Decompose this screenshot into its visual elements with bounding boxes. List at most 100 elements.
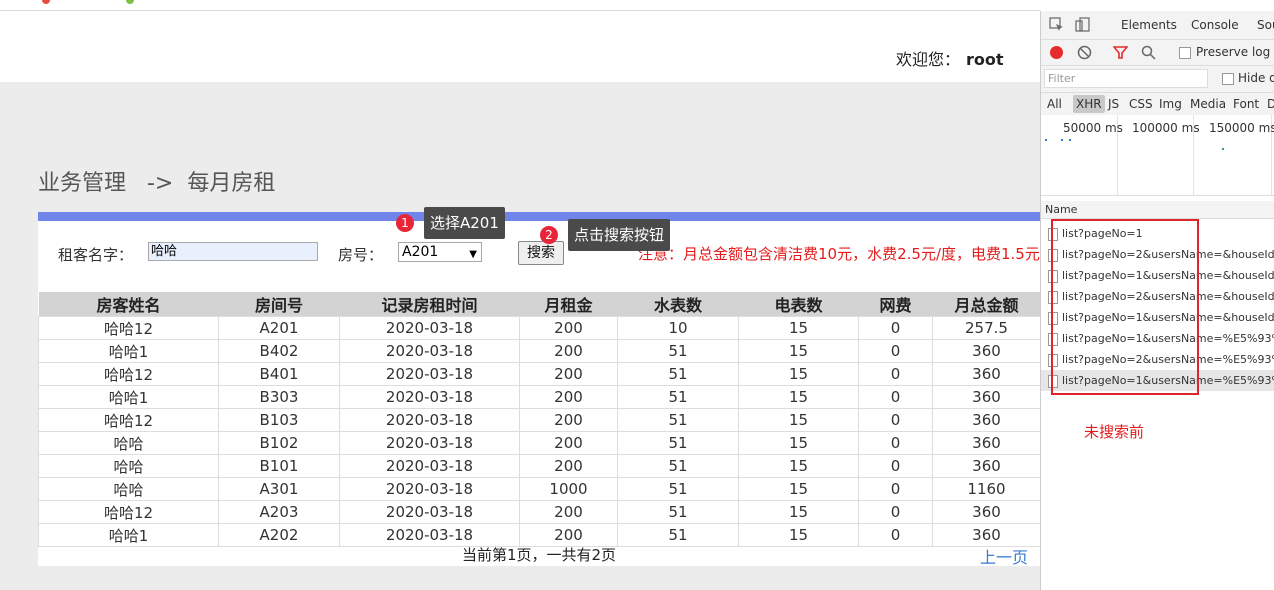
- column-header: 网费: [858, 292, 933, 317]
- table-cell: 360: [932, 339, 1040, 363]
- table-cell: 360: [932, 431, 1040, 455]
- devtools-tab-bar: Elements Console Sou: [1041, 11, 1274, 40]
- tab-elements[interactable]: Elements: [1121, 18, 1177, 32]
- table-cell: A201: [218, 316, 340, 340]
- table-cell: 51: [617, 362, 739, 386]
- room-label: 房号：: [338, 246, 384, 264]
- column-header: 水表数: [617, 292, 739, 317]
- tenant-name-label: 租客名字：: [58, 246, 134, 264]
- table-cell: 15: [738, 408, 859, 432]
- table-cell: 2020-03-18: [339, 431, 520, 455]
- table-cell: 51: [617, 431, 739, 455]
- table-row: 哈哈 B102 2020-03-18 200 51 15 0 360: [38, 431, 1040, 455]
- prev-page-link[interactable]: 上一页: [980, 544, 1028, 568]
- table-cell: 200: [519, 500, 618, 524]
- column-header: 记录房租时间: [339, 292, 520, 317]
- table-cell: 200: [519, 431, 618, 455]
- table-cell: 200: [519, 316, 618, 340]
- inspect-cursor-icon[interactable]: [1049, 17, 1065, 33]
- table-cell: 2020-03-18: [339, 385, 520, 409]
- column-header: 房间号: [218, 292, 340, 317]
- web-app: 欢迎您： root 业务管理 -> 每月房租 租客名字： 哈哈 房号： A201 …: [0, 0, 1040, 590]
- type-doc[interactable]: D: [1267, 97, 1274, 111]
- timeline-tick: 150000 ms: [1209, 121, 1274, 135]
- table-row: 哈哈12 B103 2020-03-18 200 51 15 0 360: [38, 408, 1040, 432]
- table-cell: 51: [617, 500, 739, 524]
- table-cell: 0: [858, 316, 933, 340]
- table-cell: 15: [738, 454, 859, 478]
- table-cell: 哈哈: [38, 454, 219, 478]
- step-2-badge: 2: [540, 226, 558, 244]
- table-cell: 360: [932, 362, 1040, 386]
- rent-table: 房客姓名 房间号 记录房租时间 月租金 水表数 电表数 网费 月总金额 哈哈12…: [38, 292, 1040, 547]
- step-1-tooltip: 选择A201: [424, 207, 505, 239]
- browser-top-strip: [0, 0, 1040, 11]
- clear-icon[interactable]: [1077, 45, 1092, 60]
- room-select-value: A201: [402, 244, 439, 260]
- table-cell: 51: [617, 477, 739, 501]
- column-header: 月总金额: [932, 292, 1040, 317]
- table-cell: 哈哈1: [38, 339, 219, 363]
- device-toggle-icon[interactable]: [1075, 17, 1091, 33]
- table-body: 哈哈12 A201 2020-03-18 200 10 15 0 257.5 哈哈1 B402 20…: [38, 316, 1040, 547]
- table-cell: 哈哈: [38, 431, 219, 455]
- search-button[interactable]: 搜索: [518, 241, 564, 265]
- filter-icon[interactable]: [1113, 45, 1128, 60]
- table-row: 哈哈12 A203 2020-03-18 200 51 15 0 360: [38, 500, 1040, 524]
- timeline-mark: [1045, 139, 1047, 141]
- table-cell: 哈哈12: [38, 316, 219, 340]
- table-cell: 哈哈: [38, 477, 219, 501]
- table-cell: B101: [218, 454, 340, 478]
- table-cell: 2020-03-18: [339, 408, 520, 432]
- fee-note: 注意：月总金额包含清洁费10元，水费2.5元/度，电费1.5元/度: [638, 245, 1040, 263]
- table-cell: 15: [738, 339, 859, 363]
- tenant-name-input[interactable]: 哈哈: [148, 242, 318, 261]
- type-media[interactable]: Media: [1190, 97, 1226, 111]
- tab-sources[interactable]: Sou: [1257, 18, 1274, 32]
- timeline-mark: [1061, 139, 1063, 141]
- tab-favicon-icon: [126, 0, 134, 4]
- timeline-tick: 50000 ms: [1063, 121, 1123, 135]
- table-cell: B103: [218, 408, 340, 432]
- table-cell: 51: [617, 385, 739, 409]
- type-css[interactable]: CSS: [1129, 97, 1153, 111]
- table-cell: 15: [738, 385, 859, 409]
- table-cell: 2020-03-18: [339, 362, 520, 386]
- table-cell: 360: [932, 385, 1040, 409]
- search-icon[interactable]: [1141, 45, 1156, 60]
- hide-data-checkbox[interactable]: [1222, 73, 1234, 85]
- table-cell: 15: [738, 500, 859, 524]
- table-cell: 哈哈12: [38, 408, 219, 432]
- type-img[interactable]: Img: [1159, 97, 1182, 111]
- table-header-row: 房客姓名 房间号 记录房租时间 月租金 水表数 电表数 网费 月总金额: [38, 292, 1040, 317]
- table-cell: 10: [617, 316, 739, 340]
- type-js[interactable]: JS: [1108, 97, 1119, 111]
- table-cell: B102: [218, 431, 340, 455]
- table-cell: A203: [218, 500, 340, 524]
- table-cell: 0: [858, 500, 933, 524]
- record-icon[interactable]: [1050, 46, 1063, 59]
- table-cell: A301: [218, 477, 340, 501]
- type-font[interactable]: Font: [1233, 97, 1259, 111]
- room-select[interactable]: A201 ▼: [398, 242, 482, 262]
- welcome-label: 欢迎您：: [896, 50, 961, 69]
- table-row: 哈哈 A301 2020-03-18 1000 51 15 0 1160: [38, 477, 1040, 501]
- type-all[interactable]: All: [1047, 97, 1062, 111]
- table-cell: 1160: [932, 477, 1040, 501]
- network-toolbar: Preserve log: [1041, 40, 1274, 66]
- preserve-log-checkbox[interactable]: [1179, 47, 1191, 59]
- table-cell: B401: [218, 362, 340, 386]
- timeline-mark: [1222, 148, 1224, 150]
- username: root: [966, 50, 1004, 69]
- table-cell: 1000: [519, 477, 618, 501]
- table-cell: 2020-03-18: [339, 454, 520, 478]
- table-cell: 0: [858, 362, 933, 386]
- table-row: 哈哈12 B401 2020-03-18 200 51 15 0 360: [38, 362, 1040, 386]
- network-timeline: 50000 ms 100000 ms 150000 ms: [1041, 115, 1274, 196]
- pagination-text: 当前第1页，一共有2页: [461, 546, 617, 564]
- table-cell: 51: [617, 454, 739, 478]
- step-2-tooltip: 点击搜索按钮: [568, 219, 671, 251]
- type-xhr[interactable]: XHR: [1073, 95, 1105, 113]
- tab-console[interactable]: Console: [1191, 18, 1239, 32]
- filter-input[interactable]: Filter: [1044, 69, 1208, 88]
